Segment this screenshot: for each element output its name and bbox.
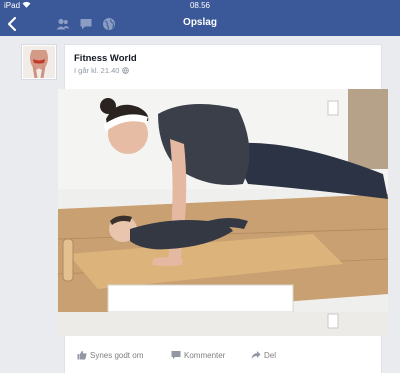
post-actions: Synes godt om Kommenter Del: [65, 345, 383, 367]
globe-audience-icon: [121, 66, 129, 75]
page-avatar[interactable]: [21, 44, 57, 80]
post-timestamp[interactable]: I går kl. 21.40: [74, 66, 129, 75]
comment-icon: [171, 351, 181, 360]
top-bar: iPad 08.56 Opslag: [0, 0, 400, 36]
status-time: 08.56: [189, 1, 211, 10]
status-bar: iPad 08.56: [0, 0, 400, 12]
post-card: Fitness World I går kl. 21.40 Synes godt…: [58, 44, 388, 373]
post-photo[interactable]: [58, 89, 388, 336]
avatar-image: [23, 46, 55, 79]
share-arrow-icon: [251, 351, 261, 359]
comment-label: Kommenter: [184, 351, 226, 360]
thumbs-up-icon: [77, 350, 87, 360]
timestamp-text: I går kl. 21.40: [74, 66, 120, 75]
mother-plank-baby-image: [58, 89, 388, 336]
page-name-link[interactable]: Fitness World: [74, 53, 137, 64]
like-label: Synes godt om: [90, 351, 144, 360]
share-label: Del: [264, 351, 277, 360]
nav-bar: Opslag: [0, 12, 400, 36]
page-title: Opslag: [183, 17, 217, 28]
